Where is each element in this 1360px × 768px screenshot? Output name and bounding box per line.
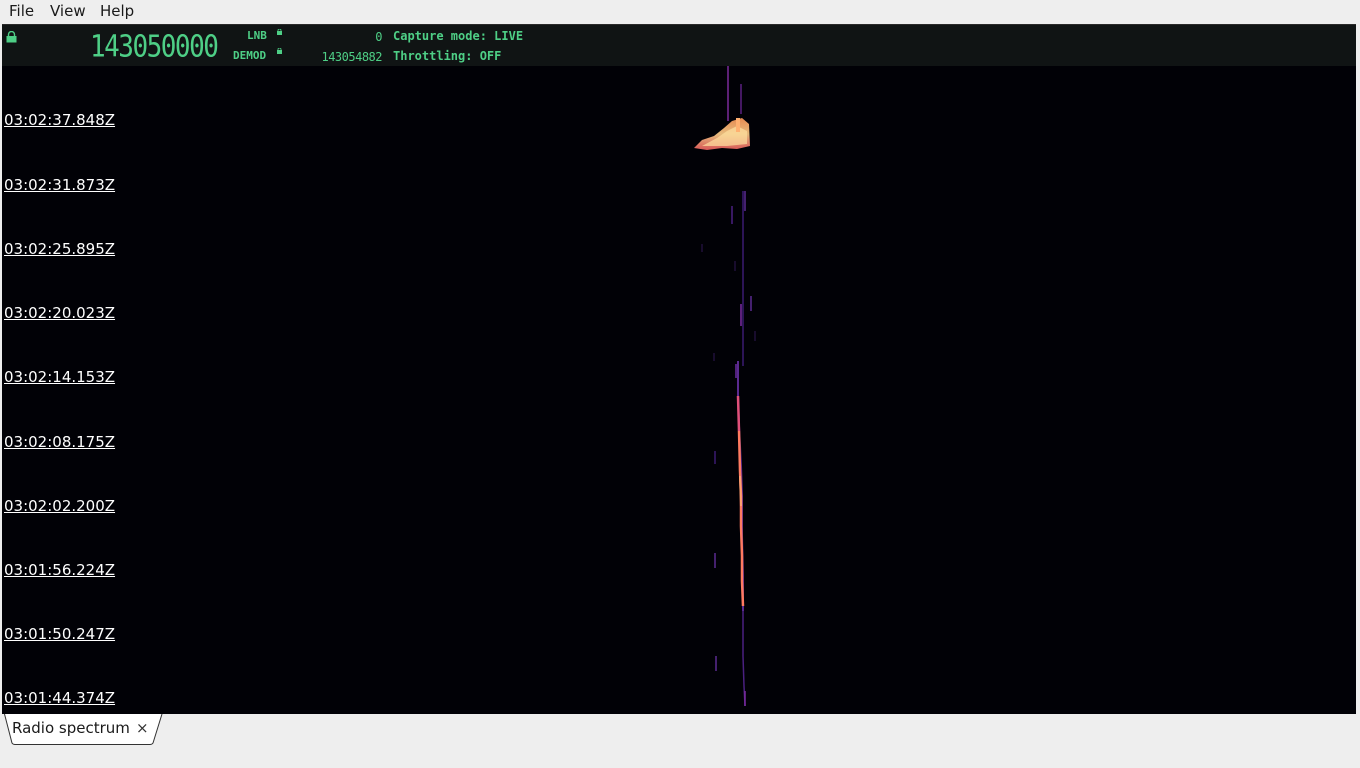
menu-file[interactable]: File <box>9 1 34 21</box>
demod-frequency-value[interactable]: 143054882 <box>292 50 382 64</box>
timestamp-label[interactable]: 03:02:14.153Z <box>4 368 115 386</box>
timestamp-label[interactable]: 03:02:20.023Z <box>4 304 115 322</box>
menu-help-label: Help <box>100 2 135 20</box>
tab-bar: Radio spectrum × <box>0 714 1360 768</box>
timestamp-label[interactable]: 03:02:31.873Z <box>4 176 115 194</box>
menu-bar: File View Help <box>0 0 1360 22</box>
timestamp-label[interactable]: 03:02:08.175Z <box>4 433 115 451</box>
throttling-status: Throttling: OFF <box>393 49 502 63</box>
lnb-label: LNB <box>247 29 267 42</box>
main-frequency-display[interactable]: 143050000 <box>90 30 219 65</box>
demod-label: DEMOD <box>233 49 267 62</box>
receiver-header: 143050000 LNB 0 DEMOD 143054882 Capture … <box>2 25 1356 66</box>
waterfall-signal-trace <box>694 66 756 707</box>
timestamp-label[interactable]: 03:01:56.224Z <box>4 561 115 579</box>
lnb-value[interactable]: 0 <box>302 30 382 44</box>
menu-view-label: View <box>50 2 86 20</box>
timestamp-label[interactable]: 03:01:50.247Z <box>4 625 115 643</box>
timestamp-label[interactable]: 03:01:44.374Z <box>4 689 115 707</box>
timestamp-label[interactable]: 03:02:37.848Z <box>4 111 115 129</box>
lnb-lock-icon[interactable] <box>277 29 282 35</box>
lock-icon[interactable] <box>6 31 17 43</box>
radio-spectrum-view: 143050000 LNB 0 DEMOD 143054882 Capture … <box>2 24 1356 715</box>
waterfall-display[interactable]: 03:02:37.848Z 03:02:31.873Z 03:02:25.895… <box>2 66 1356 715</box>
demod-lock-icon[interactable] <box>277 48 282 54</box>
menu-file-label: File <box>9 2 35 20</box>
tab-label: Radio spectrum <box>12 719 130 737</box>
timestamp-label[interactable]: 03:02:02.200Z <box>4 497 115 515</box>
menu-help[interactable]: Help <box>100 1 134 21</box>
capture-mode-status: Capture mode: LIVE <box>393 29 524 43</box>
menu-view[interactable]: View <box>50 1 86 21</box>
timestamp-label[interactable]: 03:02:25.895Z <box>4 240 115 258</box>
close-icon[interactable]: × <box>136 719 149 737</box>
